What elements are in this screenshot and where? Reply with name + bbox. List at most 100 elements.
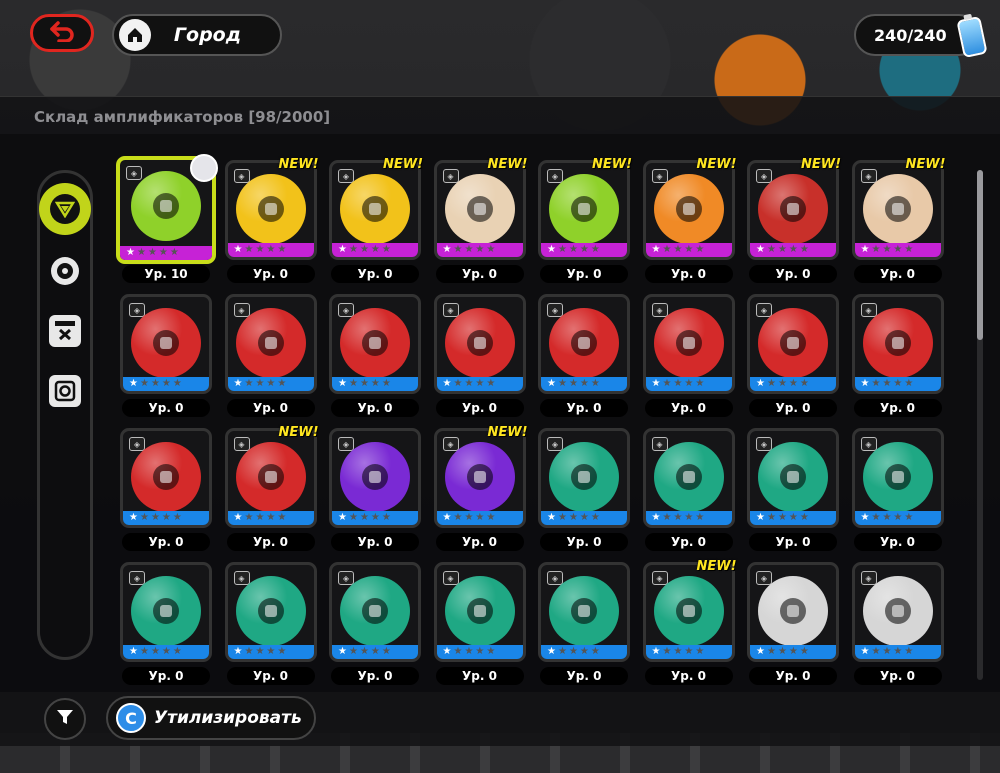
star-icon: ★ — [172, 646, 182, 657]
tab-safe[interactable] — [49, 375, 81, 407]
star-icon: ★ — [381, 512, 391, 523]
rarity-strip: ★ ★ ★ ★ ★ — [332, 243, 418, 257]
amplifier-item[interactable]: ◈ ★ ★ ★ ★ ★ NEW! Ур. 0 — [433, 157, 528, 284]
amplifier-item[interactable]: ◈ ★ ★ ★ ★ ★ Ур. 0 — [747, 428, 839, 552]
amplifier-card[interactable]: ◈ ★ ★ ★ ★ ★ — [747, 160, 839, 260]
amplifier-card[interactable]: ◈ ★ ★ ★ ★ ★ — [851, 428, 944, 528]
star-icon: ★ — [172, 378, 182, 389]
amplifier-card[interactable]: ◈ ★ ★ ★ ★ ★ — [329, 160, 421, 260]
amplifier-card[interactable]: ◈ ★ ★ ★ ★ ★ — [433, 294, 526, 394]
amplifier-item[interactable]: ◈ ★ ★ ★ ★ ★ NEW! Ур. 0 — [642, 559, 737, 686]
amplifier-item[interactable]: ◈ ★ ★ ★ ★ ★ Ур. 0 — [851, 294, 944, 418]
amplifier-item[interactable]: ◈ ★ ★ ★ ★ ★ NEW! Ур. 0 — [329, 157, 423, 284]
amplifier-item[interactable]: ◈ ★ ★ ★ ★ ★ Ур. 0 — [538, 294, 630, 418]
amplifier-art — [862, 576, 933, 646]
box-tab-icon — [49, 315, 81, 347]
amplifier-item[interactable]: ◈ ★ ★ ★ ★ ★ Ур. 0 — [120, 294, 212, 418]
amplifier-card[interactable]: ◈ ★ ★ ★ ★ ★ — [642, 562, 735, 662]
amplifier-item[interactable]: ◈ ★ ★ ★ ★ ★ Ур. 0 — [851, 562, 944, 686]
amplifier-card[interactable]: ◈ ★ ★ ★ ★ ★ — [329, 562, 421, 662]
amplifier-item[interactable]: ◈ ★ ★ ★ ★ ★ NEW! Ур. 0 — [642, 157, 737, 284]
dismantle-button[interactable]: C Утилизировать — [106, 696, 316, 740]
star-icon: ★ — [860, 512, 870, 523]
amplifier-item[interactable]: ◈ ★ ★ ★ ★ ★ NEW! Ур. 0 — [538, 157, 632, 284]
amplifier-level: Ур. 0 — [331, 667, 419, 685]
back-button[interactable] — [30, 14, 94, 52]
amplifier-card[interactable]: ◈ ★ ★ ★ ★ ★ — [224, 160, 317, 260]
amplifier-item[interactable]: ◈ ★ ★ ★ ★ ★ Ур. 0 — [642, 294, 735, 418]
amplifier-item[interactable]: ◈ ★ ★ ★ ★ ★ Ур. 0 — [538, 428, 630, 552]
filter-button[interactable] — [44, 698, 86, 740]
amplifier-type-icon: ◈ — [442, 169, 459, 183]
grid-scrollbar[interactable] — [977, 170, 983, 680]
amplifier-level: Ур. 0 — [331, 533, 419, 551]
star-icon: ★ — [547, 512, 556, 523]
amplifier-item[interactable]: ◈ ★ ★ ★ ★ ★ Ур. 0 — [747, 562, 839, 686]
amplifier-item[interactable]: ◈ ★ ★ ★ ★ ★ Ур. 0 — [642, 428, 735, 552]
amplifier-card[interactable]: ◈ ★ ★ ★ ★ ★ — [642, 160, 735, 260]
scrollbar-thumb[interactable] — [977, 170, 983, 340]
amplifier-item[interactable]: ◈ ★ ★ ★ ★ ★ NEW! Ур. 0 — [224, 425, 319, 552]
amplifier-card[interactable]: ◈ ★ ★ ★ ★ ★ — [329, 294, 421, 394]
amplifier-item[interactable]: ◈ ★ ★ ★ ★ ★ Ур. 0 — [120, 562, 212, 686]
amplifier-item[interactable]: ◈ ★ ★ ★ ★ ★ Ур. 10 — [116, 154, 218, 284]
amplifier-card[interactable]: ◈ ★ ★ ★ ★ ★ — [120, 562, 212, 662]
star-icon: ★ — [348, 378, 358, 389]
tab-boxes[interactable] — [49, 315, 81, 347]
amplifier-card[interactable]: ◈ ★ ★ ★ ★ ★ — [747, 428, 839, 528]
amplifier-item[interactable]: ◈ ★ ★ ★ ★ ★ Ур. 0 — [538, 562, 630, 686]
star-icon: ★ — [277, 646, 287, 657]
amplifier-item[interactable]: ◈ ★ ★ ★ ★ ★ Ур. 0 — [747, 294, 839, 418]
amplifier-item[interactable]: ◈ ★ ★ ★ ★ ★ NEW! Ур. 0 — [224, 157, 319, 284]
star-icon: ★ — [557, 378, 567, 389]
amplifier-card[interactable]: ◈ ★ ★ ★ ★ ★ — [120, 428, 212, 528]
amplifier-item[interactable]: ◈ ★ ★ ★ ★ ★ Ур. 0 — [329, 428, 421, 552]
amplifier-card[interactable]: ◈ ★ ★ ★ ★ ★ — [642, 428, 735, 528]
amplifier-card[interactable]: ◈ ★ ★ ★ ★ ★ — [851, 160, 944, 260]
amplifier-card[interactable]: ◈ ★ ★ ★ ★ ★ — [120, 294, 212, 394]
amplifier-type-icon: ◈ — [126, 166, 142, 180]
amplifier-card[interactable]: ◈ ★ ★ ★ ★ ★ — [433, 562, 526, 662]
amplifier-card[interactable]: ◈ ★ ★ ★ ★ ★ — [433, 428, 526, 528]
amplifier-item[interactable]: ◈ ★ ★ ★ ★ ★ NEW! Ур. 0 — [433, 425, 528, 552]
amplifier-card[interactable]: ◈ ★ ★ ★ ★ ★ — [851, 562, 944, 662]
rarity-strip: ★ ★ ★ ★ ★ — [436, 511, 523, 525]
star-icon: ★ — [860, 244, 870, 255]
amplifier-card[interactable]: ◈ ★ ★ ★ ★ ★ — [538, 428, 630, 528]
star-icon: ★ — [244, 378, 254, 389]
amplifier-item[interactable]: ◈ ★ ★ ★ ★ ★ Ур. 0 — [433, 562, 526, 686]
amplifier-item[interactable]: ◈ ★ ★ ★ ★ ★ Ур. 0 — [433, 294, 526, 418]
amplifier-item[interactable]: ◈ ★ ★ ★ ★ ★ Ур. 0 — [329, 294, 421, 418]
amplifier-item[interactable]: ◈ ★ ★ ★ ★ ★ Ур. 0 — [224, 294, 317, 418]
star-icon: ★ — [338, 244, 347, 255]
amplifier-item[interactable]: ◈ ★ ★ ★ ★ ★ Ур. 0 — [851, 428, 944, 552]
filter-icon — [56, 708, 74, 730]
new-badge: NEW! — [696, 157, 737, 172]
amplifier-type-icon: ◈ — [651, 169, 668, 183]
tab-amplifiers[interactable] — [39, 183, 91, 235]
amplifier-item[interactable]: ◈ ★ ★ ★ ★ ★ Ур. 0 — [224, 562, 317, 686]
amplifier-card[interactable]: ◈ ★ ★ ★ ★ ★ — [224, 294, 317, 394]
city-button[interactable]: Город — [112, 14, 282, 56]
energy-counter[interactable]: 240/240 — [854, 14, 988, 59]
amplifier-card[interactable]: ◈ ★ ★ ★ ★ ★ — [747, 562, 839, 662]
amplifier-level: Ур. 0 — [644, 265, 733, 283]
amplifier-item[interactable]: ◈ ★ ★ ★ ★ ★ NEW! Ур. 0 — [851, 157, 946, 284]
tab-discs[interactable] — [49, 255, 81, 291]
amplifier-card[interactable]: ◈ ★ ★ ★ ★ ★ — [224, 428, 317, 528]
amplifier-card[interactable]: ◈ ★ ★ ★ ★ ★ — [329, 428, 421, 528]
amplifier-card[interactable]: ◈ ★ ★ ★ ★ ★ — [224, 562, 317, 662]
amplifier-item[interactable]: ◈ ★ ★ ★ ★ ★ Ур. 0 — [120, 428, 212, 552]
amplifier-item[interactable]: ◈ ★ ★ ★ ★ ★ Ур. 0 — [329, 562, 421, 686]
amplifier-type-icon: ◈ — [756, 437, 772, 451]
amplifier-card[interactable]: ◈ ★ ★ ★ ★ ★ — [538, 294, 630, 394]
amplifier-card[interactable]: ◈ ★ ★ ★ ★ ★ — [642, 294, 735, 394]
amplifier-card[interactable]: ◈ ★ ★ ★ ★ ★ — [538, 562, 630, 662]
rarity-strip: ★ ★ ★ ★ ★ — [332, 377, 418, 391]
amplifier-card[interactable]: ◈ ★ ★ ★ ★ ★ — [747, 294, 839, 394]
amplifier-card[interactable]: ◈ ★ ★ ★ ★ ★ — [433, 160, 526, 260]
amplifier-card[interactable]: ◈ ★ ★ ★ ★ ★ — [851, 294, 944, 394]
amplifier-item[interactable]: ◈ ★ ★ ★ ★ ★ NEW! Ур. 0 — [747, 157, 841, 284]
amplifier-card[interactable]: ◈ ★ ★ ★ ★ ★ — [538, 160, 630, 260]
amplifier-level: Ур. 0 — [749, 533, 837, 551]
